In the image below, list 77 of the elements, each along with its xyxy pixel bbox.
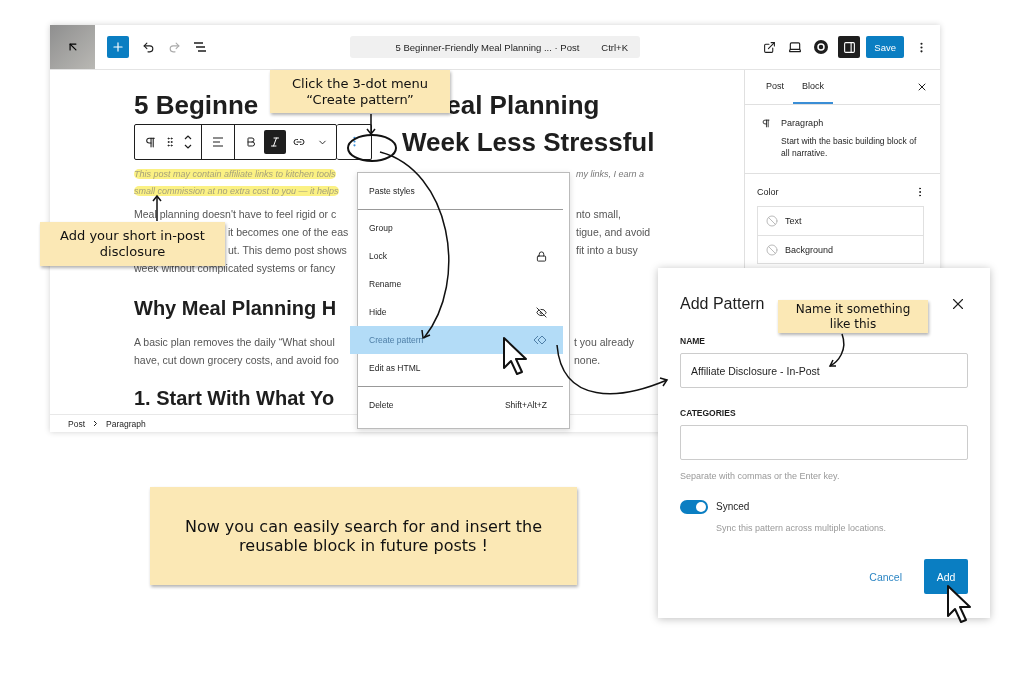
paragraph-text: A basic plan removes the daily “What shoul [134, 336, 335, 348]
dialog-title: Add Pattern [680, 295, 765, 313]
paragraph-text: fit into a busy [576, 244, 638, 256]
menu-item[interactable]: Paste styles [358, 177, 563, 205]
menu-item[interactable]: Lock [358, 242, 563, 270]
diamond-icon [533, 335, 547, 345]
synced-toggle[interactable] [680, 500, 708, 514]
command-bar[interactable]: 5 Beginner-Friendly Meal Planning ... · Post Ctrl+K [350, 36, 640, 58]
arrow [828, 333, 845, 367]
cancel-button[interactable]: Cancel [863, 569, 908, 584]
paragraph-text: ut. This demo post shows [228, 244, 347, 256]
post-title: 5 Beginne [134, 89, 259, 122]
circle-logo-icon [814, 40, 829, 54]
sticky-note: Click the 3-dot menu “Create pattern” [270, 70, 450, 113]
paragraph-text: nto small, [576, 208, 621, 220]
save-button[interactable]: Save [866, 36, 904, 58]
section-heading: 1. Start With What Yo [134, 386, 335, 411]
paragraph-text: have, cut down grocery costs, and avoid foo [134, 354, 339, 366]
eye-off-icon [536, 306, 547, 318]
sidebar-toggle-button[interactable] [838, 36, 861, 58]
section-title: Color [757, 186, 779, 198]
sticky-note: Add your short in-post disclosure [40, 222, 225, 266]
up-down-icon [183, 134, 193, 150]
field-label: CATEGORIES [680, 408, 737, 418]
paragraph-text: t you already [574, 336, 635, 348]
menu-item[interactable]: Hide [358, 298, 563, 326]
paragraph-icon [143, 135, 157, 149]
chevron-icon [93, 420, 98, 427]
cursor-icon [502, 336, 528, 376]
section-heading: Why Meal Planning H [134, 296, 337, 321]
paragraph-text: tigue, and avoid [576, 226, 651, 238]
paragraph-icon [761, 117, 772, 130]
undo-icon [141, 40, 155, 54]
menu-item[interactable]: Edit as HTML [358, 354, 563, 382]
align-icon [212, 137, 224, 147]
menu-item[interactable]: Rename [358, 270, 563, 298]
sidebar-tab[interactable]: Post [757, 70, 793, 104]
block-name: Paragraph [781, 117, 825, 129]
paragraph-text: Meal planning doesn't have to feel rigid or c [134, 208, 337, 220]
help-text: Sync this pattern across multiple locations. [716, 522, 888, 534]
link-icon [293, 136, 305, 148]
sticky-note: Name it something like this [778, 300, 928, 333]
list-icon [193, 41, 207, 53]
drag-icon [164, 136, 176, 148]
lock-icon [536, 250, 547, 262]
breadcrumb-link[interactable]: Post [68, 418, 85, 429]
paragraph-text: none. [574, 354, 601, 366]
post-title: Week Less Stressful [402, 126, 655, 159]
breadcrumb-link[interactable]: Paragraph [106, 418, 146, 429]
sticky-note: Now you can easily search for and insert the reusable block in future posts ! [150, 487, 577, 585]
add-button[interactable]: Add [924, 559, 968, 594]
redo-icon [167, 40, 181, 54]
external-link-icon [762, 40, 776, 54]
laptop-icon [788, 40, 803, 54]
toggle-label: Synced [716, 501, 750, 513]
menu-item[interactable]: Group [358, 214, 563, 242]
italic-icon [269, 136, 281, 148]
help-text: Separate with commas or the Enter key. [680, 470, 841, 482]
sidebar-icon [842, 40, 856, 54]
bold-icon [245, 136, 257, 148]
highlight-circle [347, 134, 397, 162]
block-description: Start with the basic building block of all narrative. [781, 135, 918, 159]
close-icon [916, 81, 928, 93]
paragraph-text: it becomes one of the eas [228, 226, 349, 238]
field-label: NAME [680, 336, 707, 346]
plus-icon [111, 40, 125, 54]
disclosure-text: This post may contain affiliate links to kitchen tools [134, 168, 336, 179]
name-field[interactable]: Affiliate Disclosure - In-Post [680, 353, 968, 388]
disclosure-text: small commission at no extra cost to you — it helps [134, 185, 339, 196]
categories-field[interactable] [680, 425, 968, 460]
menu-item[interactable]: Delete Shift+Alt+Z [358, 391, 563, 419]
disclosure-text: my links, I earn a [576, 168, 645, 179]
italic-button[interactable] [264, 130, 286, 154]
arrow [366, 113, 376, 136]
sidebar-tab[interactable]: Block [793, 70, 834, 104]
slashed-circle-icon [766, 215, 778, 227]
slashed-circle-icon [766, 243, 778, 256]
